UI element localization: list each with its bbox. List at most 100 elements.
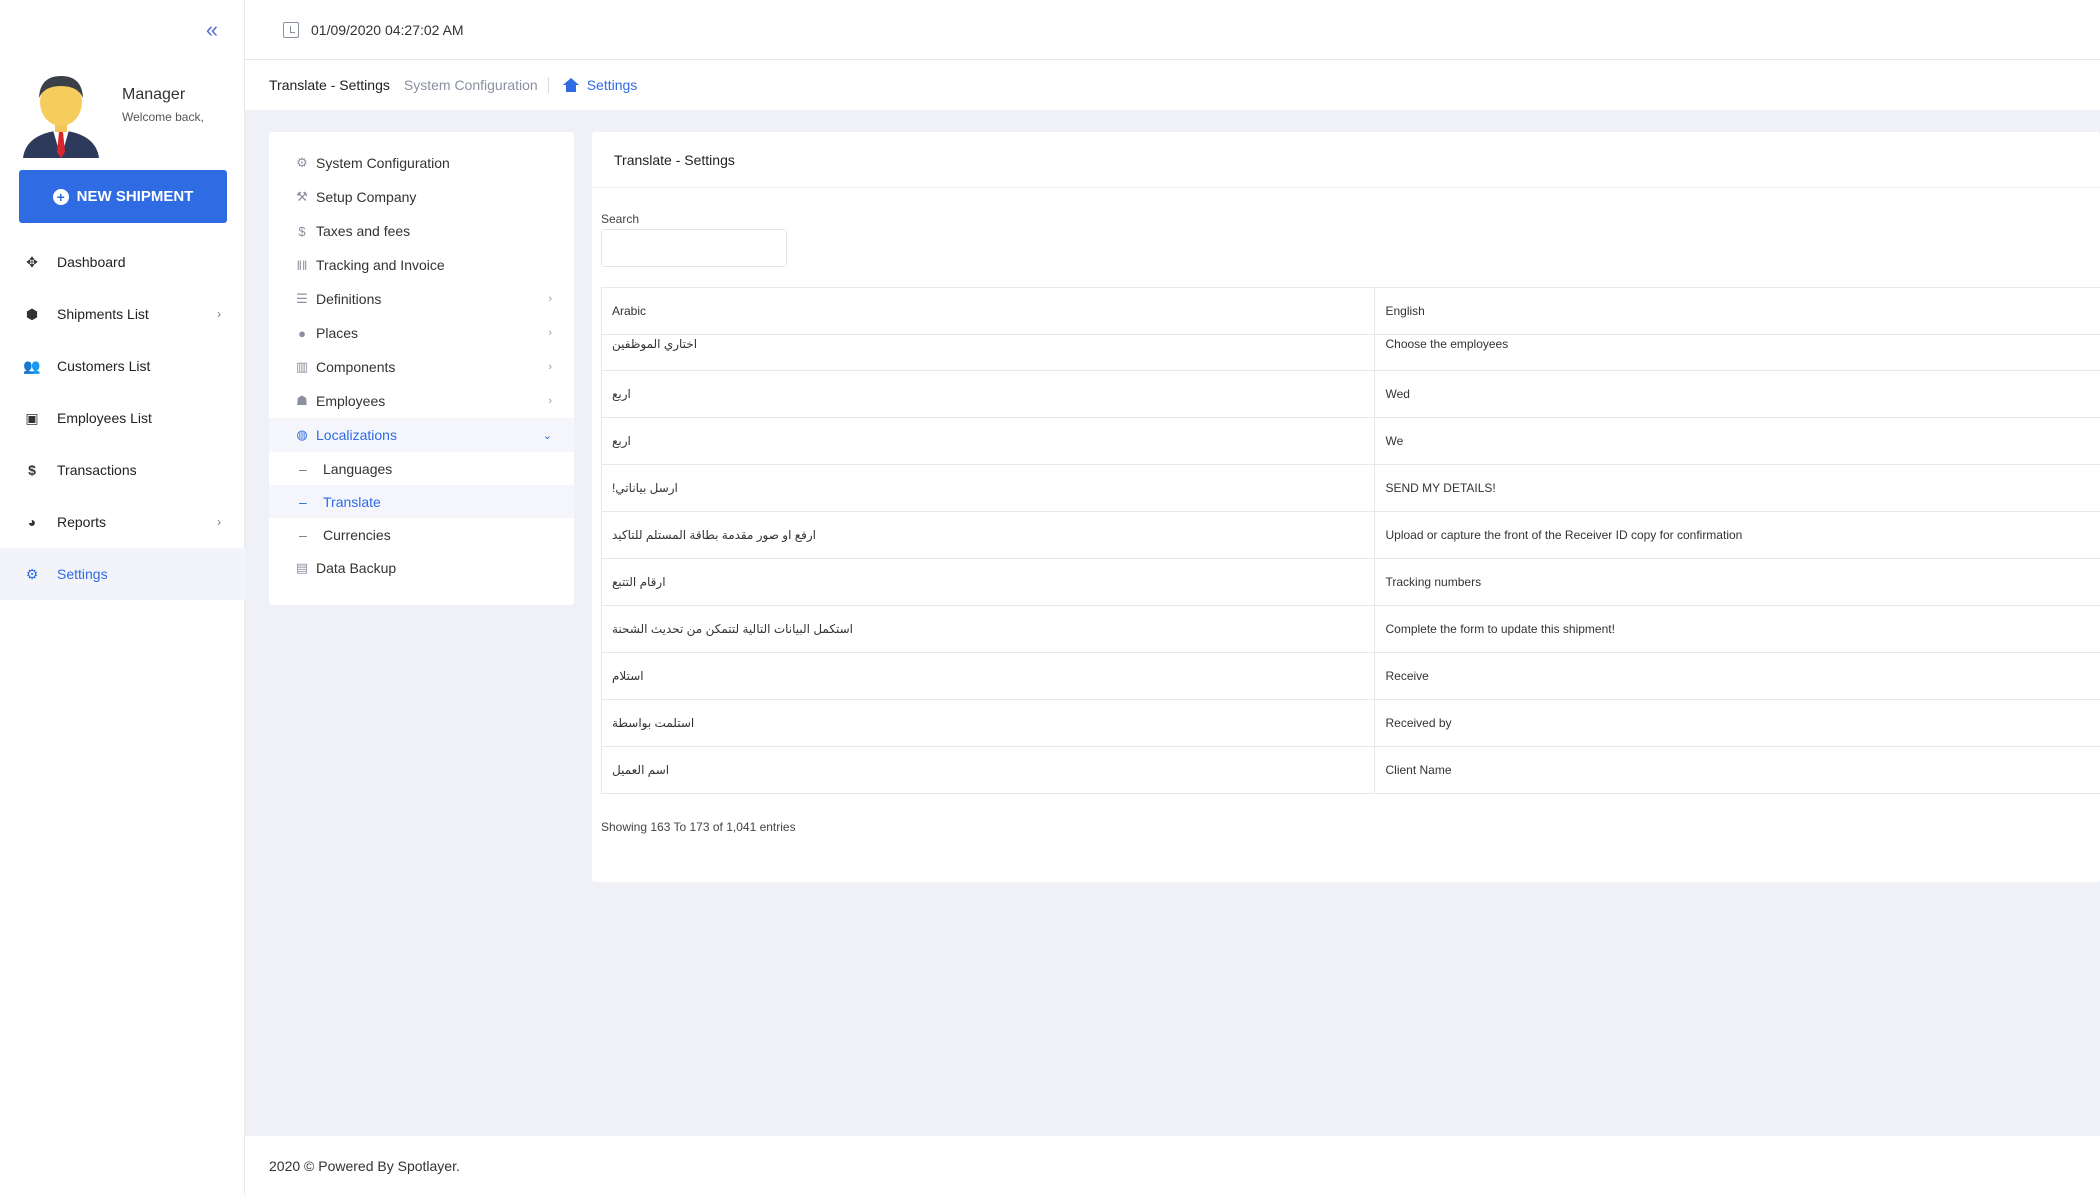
table-row[interactable]: ارفع او صور مقدمة بطاقة المستلم للتاكيد … bbox=[602, 512, 2100, 559]
top-bar: 01/09/2020 04:27:02 AM bbox=[245, 0, 2100, 60]
current-datetime: 01/09/2020 04:27:02 AM bbox=[311, 21, 464, 38]
sidebar-item-shipments[interactable]: ⬢ Shipments List › bbox=[0, 288, 245, 340]
table-row[interactable]: استلام Receive bbox=[602, 653, 2100, 700]
arabic-cell[interactable]: استلام bbox=[602, 653, 1376, 699]
english-cell[interactable]: Upload or capture the front of the Recei… bbox=[1375, 512, 2100, 558]
menu-item-label: Setup Company bbox=[316, 189, 417, 205]
sidebar-item-transactions[interactable]: $ Transactions bbox=[0, 444, 245, 496]
wrench-icon: ⚒ bbox=[296, 189, 308, 204]
sidebar-item-label: Shipments List bbox=[57, 306, 149, 322]
world-icon: ◍ bbox=[296, 427, 308, 442]
collapse-sidebar-icon[interactable]: « bbox=[200, 18, 224, 42]
chevron-down-icon: ⌄ bbox=[542, 429, 552, 442]
globe-icon: ● bbox=[298, 325, 306, 341]
table-row[interactable]: استكمل البيانات التالية لتتمكن من تحديث … bbox=[602, 606, 2100, 653]
users-icon: 👥 bbox=[23, 357, 41, 374]
menu-item-label: Components bbox=[316, 359, 396, 375]
menu-item-taxes[interactable]: $ Taxes and fees bbox=[269, 214, 574, 248]
column-header-arabic: Arabic bbox=[602, 288, 1376, 334]
table-row[interactable]: اسم العميل Client Name bbox=[602, 747, 2100, 794]
submenu-item-currencies[interactable]: – Currencies bbox=[269, 518, 574, 551]
english-cell[interactable]: Choose the employees bbox=[1375, 335, 2100, 370]
arabic-cell[interactable]: استكمل البيانات التالية لتتمكن من تحديث … bbox=[602, 606, 1376, 652]
menu-item-components[interactable]: ▥ Components › bbox=[269, 350, 574, 384]
english-cell[interactable]: Tracking numbers bbox=[1375, 559, 2100, 605]
submenu-item-label: Currencies bbox=[323, 526, 391, 543]
table-row[interactable]: اربع Wed bbox=[602, 371, 2100, 418]
english-cell[interactable]: Wed bbox=[1375, 371, 2100, 417]
building-icon: ▥ bbox=[295, 359, 309, 374]
menu-item-label: Data Backup bbox=[316, 560, 397, 576]
avatar bbox=[23, 76, 99, 158]
submenu-item-translate[interactable]: – Translate bbox=[269, 485, 574, 518]
breadcrumb-parent-link[interactable]: System Configuration bbox=[404, 77, 549, 93]
sidebar-item-dashboard[interactable]: ✥ Dashboard bbox=[0, 236, 245, 288]
table-summary: Showing 163 To 173 of 1,041 entries bbox=[601, 820, 796, 834]
english-cell[interactable]: Received by bbox=[1375, 700, 2100, 746]
arabic-cell[interactable]: اسم العميل bbox=[602, 747, 1376, 793]
table-row[interactable]: اربع We bbox=[602, 418, 2100, 465]
arabic-cell[interactable]: اربع bbox=[602, 371, 1376, 417]
table-row[interactable]: ارقام التتبع Tracking numbers bbox=[602, 559, 2100, 606]
menu-item-places[interactable]: ● Places › bbox=[269, 316, 574, 350]
dollar-icon: $ bbox=[28, 462, 36, 478]
arabic-cell[interactable]: ارفع او صور مقدمة بطاقة المستلم للتاكيد bbox=[602, 512, 1376, 558]
english-cell[interactable]: Complete the form to update this shipmen… bbox=[1375, 606, 2100, 652]
arabic-cell[interactable]: اختاري الموظفين bbox=[602, 335, 1376, 370]
id-card-icon: ▣ bbox=[25, 409, 39, 426]
barcode-icon: ‖‖ bbox=[296, 257, 308, 273]
table-row[interactable]: اختاري الموظفين Choose the employees bbox=[602, 335, 2100, 371]
menu-item-localizations[interactable]: ◍ Localizations ⌄ bbox=[269, 418, 574, 452]
menu-item-data-backup[interactable]: ▤ Data Backup bbox=[269, 551, 574, 585]
dashboard-icon: ✥ bbox=[26, 253, 38, 270]
arabic-cell[interactable]: ارسل بياناتي! bbox=[602, 465, 1376, 511]
english-cell[interactable]: SEND MY DETAILS! bbox=[1375, 465, 2100, 511]
box-icon: ⬢ bbox=[25, 305, 39, 322]
sidebar-item-label: Employees List bbox=[57, 410, 152, 426]
english-cell[interactable]: We bbox=[1375, 418, 2100, 464]
menu-item-label: Localizations bbox=[316, 427, 397, 443]
chevron-right-icon: › bbox=[548, 327, 552, 339]
chevron-right-icon: › bbox=[217, 307, 221, 321]
menu-item-system-configuration[interactable]: ⚙ System Configuration bbox=[269, 146, 574, 180]
table-row[interactable]: ارسل بياناتي! SEND MY DETAILS! bbox=[602, 465, 2100, 512]
users-icon: ☗ bbox=[296, 393, 308, 408]
menu-item-setup-company[interactable]: ⚒ Setup Company bbox=[269, 180, 574, 214]
menu-item-definitions[interactable]: ☰ Definitions › bbox=[269, 282, 574, 316]
submenu-item-languages[interactable]: – Languages bbox=[269, 452, 574, 485]
menu-item-employees[interactable]: ☗ Employees › bbox=[269, 384, 574, 418]
dollar-icon: $ bbox=[298, 223, 306, 239]
sidebar-item-label: Reports bbox=[57, 514, 107, 530]
gear-icon: ⚙ bbox=[296, 155, 308, 170]
new-shipment-button[interactable]: + NEW SHIPMENT bbox=[19, 170, 227, 223]
table-header-row: Arabic English bbox=[602, 288, 2100, 335]
chevron-right-icon: › bbox=[548, 395, 552, 407]
sidebar: « Manager Welcome back, + NEW SHIPMENT ✥… bbox=[0, 0, 245, 1195]
sidebar-item-settings[interactable]: ⚙ Settings bbox=[0, 548, 245, 600]
arabic-cell[interactable]: ارقام التتبع bbox=[602, 559, 1376, 605]
english-cell[interactable]: Client Name bbox=[1375, 747, 2100, 793]
dash-icon: – bbox=[299, 460, 307, 477]
pie-chart-icon: ◕ bbox=[27, 514, 37, 530]
sidebar-item-reports[interactable]: ◕ Reports › bbox=[0, 496, 245, 548]
search-input[interactable] bbox=[601, 229, 787, 267]
chevron-right-icon: › bbox=[217, 515, 221, 529]
clock-icon bbox=[283, 21, 299, 38]
arabic-cell[interactable]: استلمت بواسطة bbox=[602, 700, 1376, 746]
english-cell[interactable]: Receive bbox=[1375, 653, 2100, 699]
menu-item-label: Tracking and Invoice bbox=[316, 257, 445, 273]
settings-icon: ⚙ bbox=[25, 565, 39, 582]
menu-item-label: Places bbox=[316, 325, 359, 341]
sidebar-item-label: Dashboard bbox=[57, 254, 126, 270]
sidebar-item-customers[interactable]: 👥 Customers List bbox=[0, 340, 245, 392]
sidebar-item-employees[interactable]: ▣ Employees List bbox=[0, 392, 245, 444]
page-title: Translate - Settings bbox=[269, 77, 390, 93]
translations-table: Arabic English اختاري الموظفين Choose th… bbox=[601, 287, 2100, 794]
submenu-item-label: Languages bbox=[323, 460, 393, 477]
arabic-cell[interactable]: اربع bbox=[602, 418, 1376, 464]
breadcrumb-home-link[interactable]: Settings bbox=[562, 77, 637, 93]
table-row[interactable]: استلمت بواسطة Received by bbox=[602, 700, 2100, 747]
search-label: Search bbox=[601, 212, 640, 226]
sidebar-nav: ✥ Dashboard ⬢ Shipments List › 👥 Custome… bbox=[0, 236, 245, 600]
menu-item-tracking-invoice[interactable]: ‖‖ Tracking and Invoice bbox=[269, 248, 574, 282]
